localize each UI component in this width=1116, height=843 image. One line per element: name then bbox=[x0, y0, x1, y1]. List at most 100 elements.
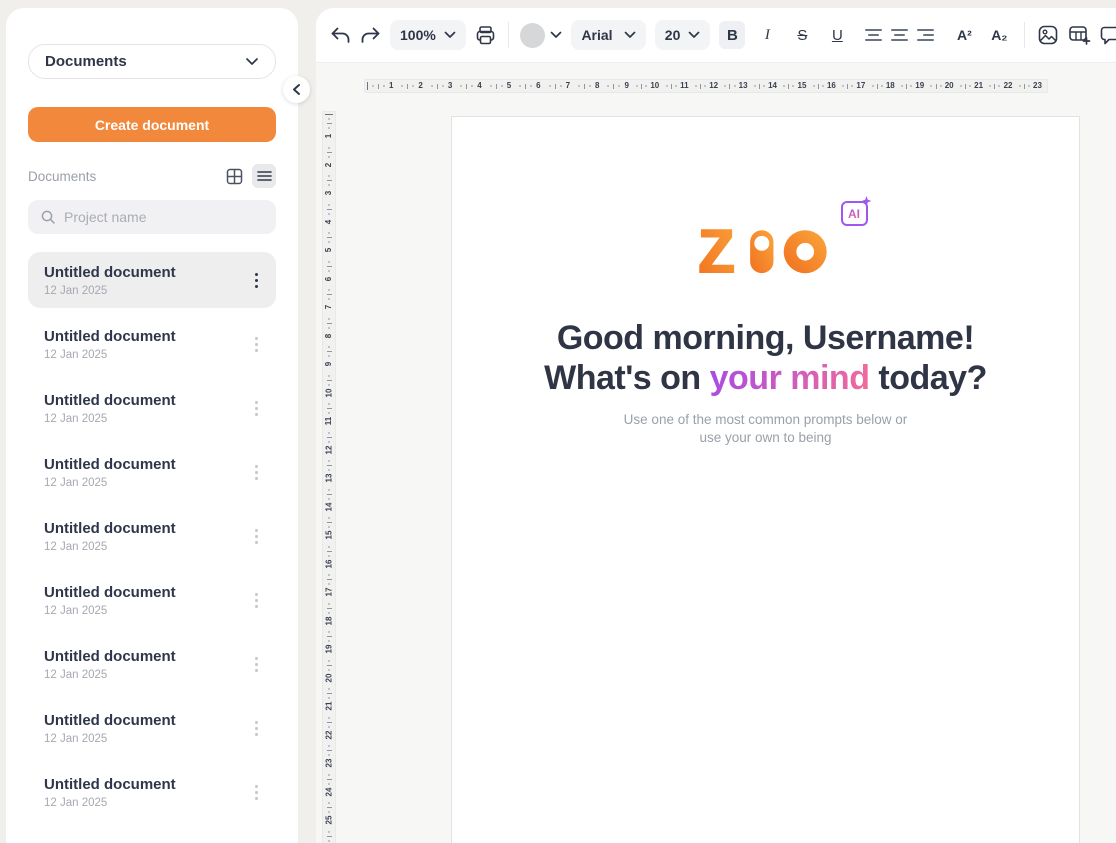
document-date: 12 Jan 2025 bbox=[44, 797, 176, 809]
sidebar-collapse-button[interactable] bbox=[283, 76, 310, 103]
comment-icon[interactable] bbox=[1100, 22, 1116, 48]
document-list-item[interactable]: Untitled document 12 Jan 2025 bbox=[28, 252, 276, 308]
greeting-heading: Good morning, Username! What's on your m… bbox=[452, 318, 1079, 398]
kebab-menu-icon[interactable] bbox=[251, 589, 262, 612]
greeting-line2-before: What's on bbox=[544, 359, 710, 397]
create-document-button[interactable]: Create document bbox=[28, 107, 276, 142]
document-title: Untitled document bbox=[44, 648, 176, 665]
horizontal-ruler: 1234567891011121314151617181920212223 bbox=[364, 79, 1048, 93]
color-swatch-icon bbox=[520, 23, 545, 48]
kebab-menu-icon[interactable] bbox=[251, 525, 262, 548]
font-size-dropdown[interactable]: 20 bbox=[655, 20, 711, 50]
documents-section-label: Documents bbox=[28, 169, 96, 184]
chevron-down-icon bbox=[550, 31, 562, 39]
subtitle-line1: Use one of the most common prompts below… bbox=[624, 412, 908, 427]
bold-button[interactable]: B bbox=[719, 21, 745, 49]
toolbar-divider bbox=[1024, 22, 1025, 48]
ai-badge-label: AI bbox=[848, 207, 860, 221]
document-date: 12 Jan 2025 bbox=[44, 605, 176, 617]
document-list-item[interactable]: Untitled document 12 Jan 2025 bbox=[28, 380, 276, 436]
document-item-text: Untitled document 12 Jan 2025 bbox=[44, 456, 176, 489]
text-color-dropdown[interactable] bbox=[520, 23, 562, 48]
document-date: 12 Jan 2025 bbox=[44, 541, 176, 553]
documents-section-header: Documents bbox=[28, 164, 276, 188]
list-view-icon[interactable] bbox=[252, 164, 276, 188]
document-title: Untitled document bbox=[44, 264, 176, 281]
kebab-menu-icon[interactable] bbox=[251, 461, 262, 484]
kebab-menu-icon[interactable] bbox=[251, 653, 262, 676]
zio-logo: z AI bbox=[696, 217, 836, 279]
undo-icon[interactable] bbox=[330, 22, 351, 48]
document-list-item[interactable]: Untitled document 12 Jan 2025 bbox=[28, 508, 276, 564]
insert-image-icon[interactable] bbox=[1037, 22, 1059, 48]
greeting-line1: Good morning, Username! bbox=[557, 319, 974, 357]
sidebar: Documents Create document Documents Unti… bbox=[6, 8, 298, 843]
document-list-item[interactable]: Untitled document 12 Jan 2025 bbox=[28, 636, 276, 692]
document-list-item[interactable]: Untitled document 12 Jan 2025 bbox=[28, 316, 276, 372]
zoom-value: 100% bbox=[400, 27, 436, 43]
document-item-text: Untitled document 12 Jan 2025 bbox=[44, 776, 176, 809]
document-item-text: Untitled document 12 Jan 2025 bbox=[44, 584, 176, 617]
document-item-text: Untitled document 12 Jan 2025 bbox=[44, 520, 176, 553]
strikethrough-button[interactable]: S bbox=[789, 21, 815, 49]
underline-button[interactable]: U bbox=[824, 21, 850, 49]
kebab-menu-icon[interactable] bbox=[251, 781, 262, 804]
document-page[interactable]: z AI Good morning, Username! What's on y… bbox=[451, 116, 1080, 843]
search-icon bbox=[40, 209, 56, 225]
font-family-dropdown[interactable]: Arial bbox=[571, 20, 645, 50]
kebab-menu-icon[interactable] bbox=[251, 333, 262, 356]
document-date: 12 Jan 2025 bbox=[44, 349, 176, 361]
chevron-down-icon bbox=[444, 31, 456, 39]
document-item-text: Untitled document 12 Jan 2025 bbox=[44, 392, 176, 425]
document-date: 12 Jan 2025 bbox=[44, 733, 176, 745]
document-list-item[interactable]: Untitled document 12 Jan 2025 bbox=[28, 572, 276, 628]
document-date: 12 Jan 2025 bbox=[44, 477, 176, 489]
document-title: Untitled document bbox=[44, 776, 176, 793]
document-list-item[interactable]: Untitled document 12 Jan 2025 bbox=[28, 764, 276, 820]
document-list: Untitled document 12 Jan 2025 Untitled d… bbox=[28, 252, 276, 820]
zoom-dropdown[interactable]: 100% bbox=[390, 20, 466, 50]
subscript-button[interactable]: A₂ bbox=[986, 21, 1012, 49]
document-list-item[interactable]: Untitled document 12 Jan 2025 bbox=[28, 700, 276, 756]
italic-button[interactable]: I bbox=[754, 21, 780, 49]
insert-table-icon[interactable] bbox=[1068, 22, 1091, 48]
align-center-icon[interactable] bbox=[891, 22, 908, 48]
document-list-item[interactable]: Untitled document 12 Jan 2025 bbox=[28, 444, 276, 500]
document-date: 12 Jan 2025 bbox=[44, 285, 176, 297]
document-item-text: Untitled document 12 Jan 2025 bbox=[44, 712, 176, 745]
font-size-value: 20 bbox=[665, 27, 681, 43]
align-right-icon[interactable] bbox=[917, 22, 934, 48]
document-date: 12 Jan 2025 bbox=[44, 413, 176, 425]
editor-canvas: 1234567891011121314151617181920212223 12… bbox=[316, 63, 1116, 843]
chevron-down-icon bbox=[688, 31, 700, 39]
font-family-value: Arial bbox=[581, 27, 612, 43]
svg-text:z: z bbox=[696, 217, 737, 279]
document-date: 12 Jan 2025 bbox=[44, 669, 176, 681]
search-input[interactable] bbox=[64, 209, 264, 225]
print-icon[interactable] bbox=[475, 22, 496, 48]
redo-icon[interactable] bbox=[360, 22, 381, 48]
greeting-highlight: your mind bbox=[710, 359, 870, 397]
toolbar-divider bbox=[508, 22, 509, 48]
editor-panel: 100% Arial 20 B I S U bbox=[316, 8, 1116, 843]
document-title: Untitled document bbox=[44, 392, 176, 409]
align-left-icon[interactable] bbox=[865, 22, 882, 48]
kebab-menu-icon[interactable] bbox=[251, 269, 262, 292]
view-toggles bbox=[222, 164, 276, 188]
document-title: Untitled document bbox=[44, 520, 176, 537]
document-title: Untitled document bbox=[44, 456, 176, 473]
grid-view-icon[interactable] bbox=[222, 164, 246, 188]
chevron-down-icon bbox=[245, 57, 259, 66]
document-title: Untitled document bbox=[44, 584, 176, 601]
superscript-button[interactable]: A² bbox=[951, 21, 977, 49]
kebab-menu-icon[interactable] bbox=[251, 397, 262, 420]
editor-toolbar: 100% Arial 20 B I S U bbox=[316, 8, 1116, 63]
greeting-subtitle: Use one of the most common prompts below… bbox=[452, 411, 1079, 447]
document-title: Untitled document bbox=[44, 712, 176, 729]
document-search bbox=[28, 200, 276, 234]
greeting-line2-after: today? bbox=[869, 359, 986, 397]
workspace-selector-label: Documents bbox=[45, 53, 127, 70]
workspace-selector-dropdown[interactable]: Documents bbox=[28, 44, 276, 79]
document-title: Untitled document bbox=[44, 328, 176, 345]
kebab-menu-icon[interactable] bbox=[251, 717, 262, 740]
